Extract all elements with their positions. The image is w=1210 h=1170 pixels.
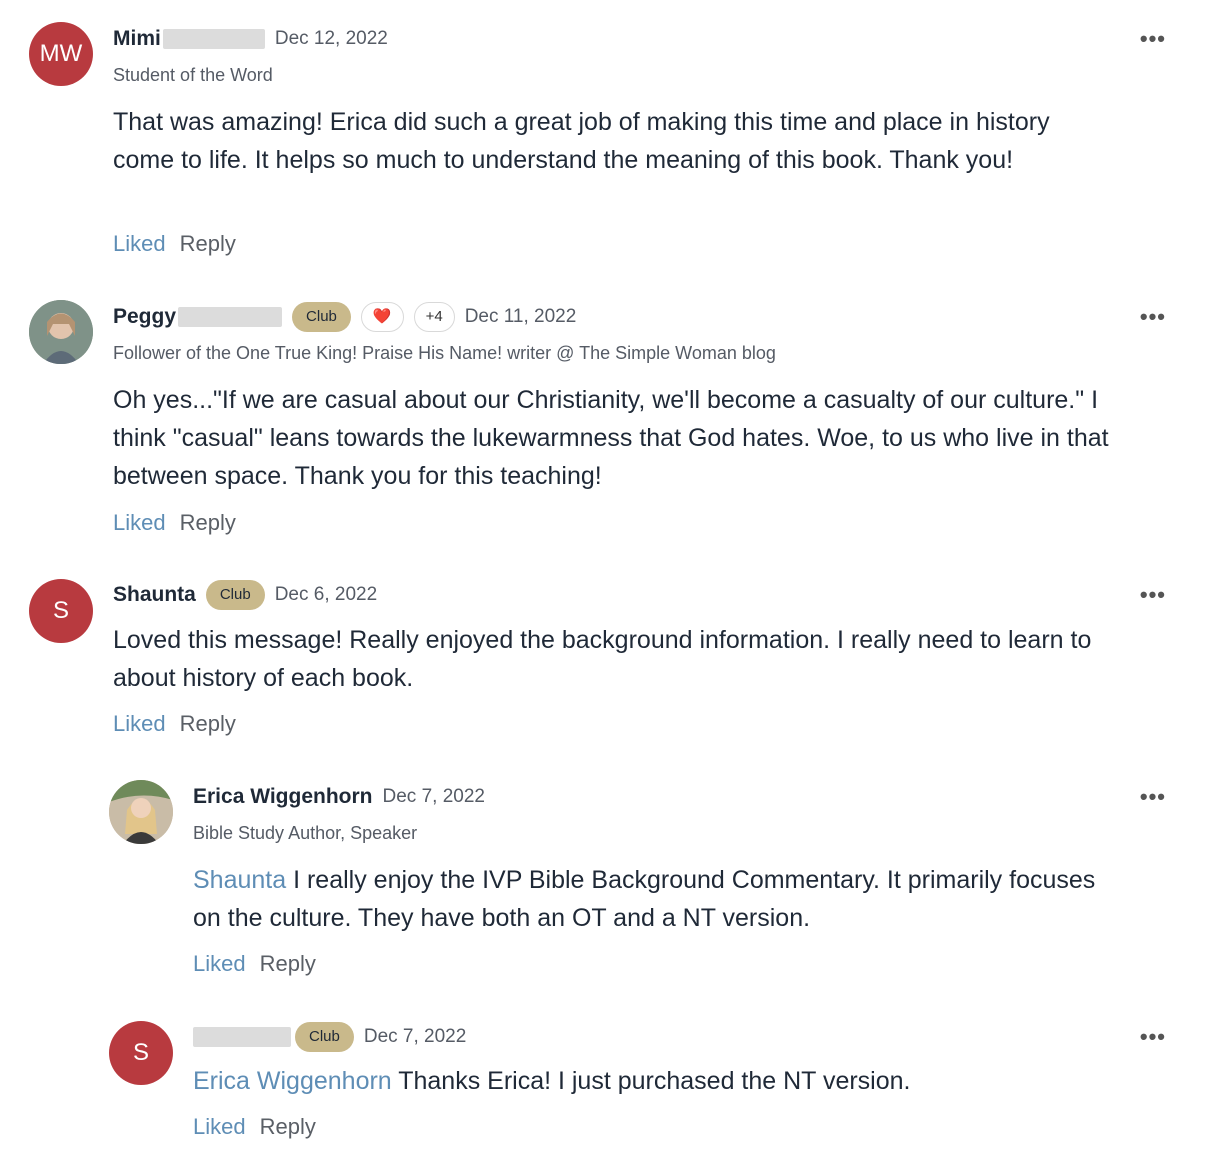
comment-actions: Liked Reply: [113, 231, 236, 257]
comment-actions: Liked Reply: [113, 510, 236, 536]
avatar[interactable]: S: [109, 1021, 173, 1085]
avatar[interactable]: [29, 300, 93, 364]
avatar[interactable]: S: [29, 579, 93, 643]
reply-button[interactable]: Reply: [260, 951, 316, 977]
liked-button[interactable]: Liked: [113, 510, 166, 536]
redacted-surname: [178, 307, 283, 327]
more-options-icon[interactable]: •••: [1140, 304, 1166, 330]
liked-button[interactable]: Liked: [193, 1114, 246, 1140]
comment-body: That was amazing! Erica did such a great…: [113, 108, 1050, 174]
comment-actions: Liked Reply: [193, 951, 316, 977]
author-subtitle: Follower of the One True King! Praise Hi…: [113, 343, 776, 363]
avatar-initials: S: [132, 1039, 149, 1066]
avatar[interactable]: MW: [29, 22, 93, 86]
more-options-icon[interactable]: •••: [1140, 26, 1166, 52]
club-badge: Club: [205, 580, 265, 610]
comment-date[interactable]: Dec 11, 2022: [465, 306, 577, 328]
more-options-icon[interactable]: •••: [1140, 582, 1166, 608]
comment-text: Thanks Erica! I just purchased the NT ve…: [391, 1067, 911, 1095]
comment-header: Peggy Club ❤️ +4 Dec 11, 2022: [113, 300, 576, 334]
reply-button[interactable]: Reply: [180, 510, 236, 536]
liked-button[interactable]: Liked: [113, 711, 166, 737]
author-name[interactable]: Shaunta: [113, 583, 196, 607]
more-options-icon[interactable]: •••: [1140, 784, 1166, 810]
comment-body: Oh yes..."If we are casual about our Chr…: [113, 386, 1109, 490]
comment-body: Shaunta I really enjoy the IVP Bible Bac…: [193, 861, 1113, 937]
comment-date[interactable]: Dec 12, 2022: [275, 28, 388, 50]
comment-header: Club Dec 7, 2022: [193, 1020, 466, 1054]
comment-date[interactable]: Dec 7, 2022: [383, 786, 485, 808]
liked-button[interactable]: Liked: [113, 231, 166, 257]
comment-header: Mimi Dec 12, 2022: [113, 22, 388, 56]
redacted-surname: [162, 29, 265, 49]
author-subtitle: Student of the Word: [113, 65, 273, 85]
avatar-initials: S: [52, 597, 69, 624]
author-name[interactable]: Erica Wiggenhorn: [193, 785, 373, 809]
comment-body: Loved this message! Really enjoyed the b…: [113, 626, 1092, 692]
comment-header: Shaunta Club Dec 6, 2022: [113, 578, 377, 612]
reply-button[interactable]: Reply: [180, 711, 236, 737]
comment-actions: Liked Reply: [193, 1114, 316, 1140]
mention-link[interactable]: Erica Wiggenhorn: [193, 1067, 392, 1095]
club-badge: Club: [292, 302, 351, 332]
comment-date[interactable]: Dec 7, 2022: [364, 1026, 466, 1048]
mention-link[interactable]: Shaunta: [193, 866, 286, 894]
avatar-initials: MW: [39, 40, 83, 67]
avatar[interactable]: [109, 780, 173, 844]
comment-header: Erica Wiggenhorn Dec 7, 2022: [193, 780, 485, 814]
reply-button[interactable]: Reply: [260, 1114, 316, 1140]
comment-text: I really enjoy the IVP Bible Background …: [193, 866, 1096, 932]
author-name[interactable]: Peggy: [113, 305, 176, 329]
author-subtitle: Bible Study Author, Speaker: [193, 823, 418, 843]
heart-reaction[interactable]: ❤️: [360, 302, 404, 332]
club-badge: Club: [295, 1022, 354, 1052]
comment-actions: Liked Reply: [113, 711, 236, 737]
more-reactions-count[interactable]: +4: [413, 302, 455, 332]
redacted-name: [193, 1027, 291, 1047]
more-options-icon[interactable]: •••: [1140, 1024, 1166, 1050]
comment-date[interactable]: Dec 6, 2022: [275, 584, 377, 606]
liked-button[interactable]: Liked: [193, 951, 246, 977]
reply-button[interactable]: Reply: [180, 231, 236, 257]
profile-photo-icon: [29, 300, 93, 364]
profile-photo-icon: [109, 780, 173, 844]
author-name[interactable]: Mimi: [113, 27, 161, 51]
comment-body: Erica Wiggenhorn Thanks Erica! I just pu…: [193, 1062, 1113, 1100]
